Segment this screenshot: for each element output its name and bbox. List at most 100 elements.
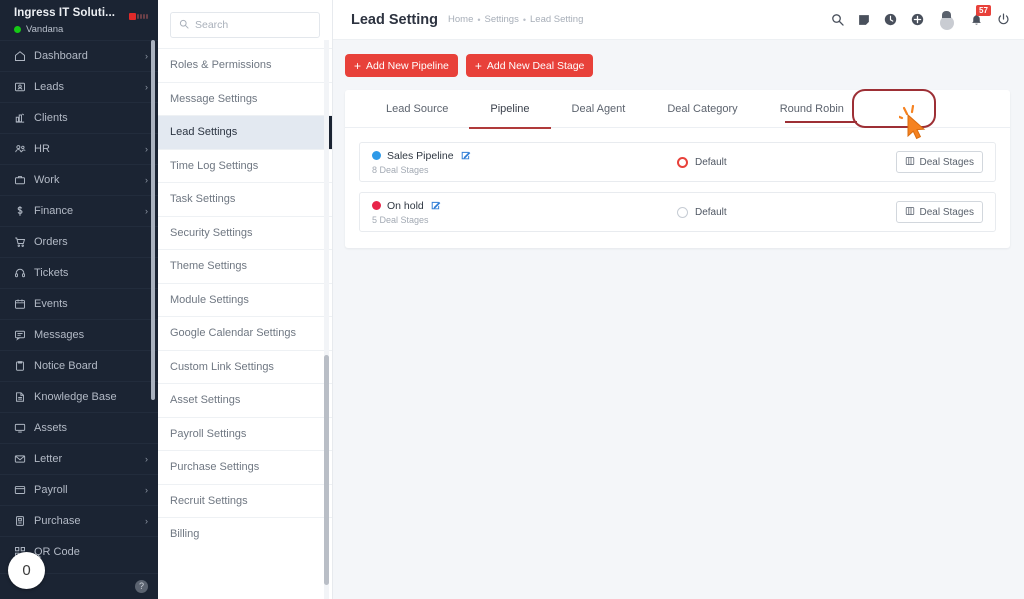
chevron-right-icon: › [145, 516, 148, 526]
subnav-item-google-calendar-settings[interactable]: Google Calendar Settings [158, 316, 332, 350]
notice-board-icon [14, 360, 34, 372]
add-new-deal-stage-button[interactable]: + Add New Deal Stage [465, 54, 594, 77]
sidebar-item-assets[interactable]: Assets [0, 412, 158, 443]
counter-bubble[interactable]: 0 [8, 552, 45, 589]
avatar[interactable] [938, 10, 956, 30]
sidebar-item-notice-board[interactable]: Notice Board [0, 350, 158, 381]
pipeline-name: Sales Pipeline [387, 149, 454, 162]
sidebar-item-letter[interactable]: Letter › [0, 443, 158, 474]
sidebar-item-label: Notice Board [34, 360, 98, 372]
subnav-item-label: Recruit Settings [170, 494, 248, 507]
tab-deal-category[interactable]: Deal Category [646, 90, 758, 128]
chevron-right-icon: › [145, 175, 148, 185]
finance-icon [14, 205, 34, 217]
current-user: Vandana [14, 24, 115, 35]
sidebar-brand-text: Ingress IT Soluti... Vandana [14, 5, 115, 35]
work-icon [14, 174, 34, 186]
home-icon [14, 50, 34, 62]
deal-stages-button[interactable]: Deal Stages [895, 201, 983, 223]
chevron-right-icon: › [145, 454, 148, 464]
default-radio[interactable] [677, 206, 688, 218]
sidebar-brand[interactable]: Ingress IT Soluti... Vandana [0, 0, 158, 40]
sidebar-item-work[interactable]: Work › [0, 164, 158, 195]
plus-circle-icon[interactable] [911, 13, 924, 26]
sidebar-item-tickets[interactable]: Tickets [0, 257, 158, 288]
tab-deal-agent[interactable]: Deal Agent [551, 90, 647, 128]
sidebar-item-hr[interactable]: HR › [0, 133, 158, 164]
subnav-item-message-settings[interactable]: Message Settings [158, 81, 332, 116]
sidebar-item-messages[interactable]: Messages [0, 319, 158, 350]
default-radio-group[interactable]: Default [677, 206, 727, 218]
sidebar-item-events[interactable]: Events [0, 288, 158, 319]
sidebar-item-leads[interactable]: Leads › [0, 71, 158, 102]
subnav-item-label: Theme Settings [170, 260, 248, 273]
sidebar-item-clients[interactable]: Clients [0, 102, 158, 133]
pipeline-color-dot [372, 151, 381, 160]
subnav-item-label: Time Log Settings [170, 159, 259, 172]
subnav-item-lead-settings[interactable]: Lead Settings [158, 115, 332, 149]
subnav-item-recruit-settings[interactable]: Recruit Settings [158, 483, 332, 518]
pipeline-title-row: On hold [372, 200, 672, 212]
subnav-item-billing[interactable]: Billing [158, 517, 332, 551]
subnav-item-label: Purchase Settings [170, 461, 260, 474]
sidebar-item-dashboard[interactable]: Dashboard › [0, 40, 158, 71]
tab-pipeline[interactable]: Pipeline [469, 90, 551, 129]
subnav-item-security-settings[interactable]: Security Settings [158, 215, 332, 250]
search-box[interactable] [170, 12, 320, 38]
sidebar-item-label: Dashboard [34, 50, 88, 62]
note-icon[interactable] [858, 14, 870, 26]
sidebar-item-orders[interactable]: Orders [0, 226, 158, 257]
brand-logo-icon [129, 13, 148, 20]
subnav-item-label: Payroll Settings [170, 427, 247, 440]
sidebar-item-knowledge-base[interactable]: Knowledge Base [0, 381, 158, 412]
breadcrumb-item-settings[interactable]: Settings [485, 14, 519, 25]
subnav-item-task-settings[interactable]: Task Settings [158, 182, 332, 216]
tab-round-robin[interactable]: Round Robin [759, 90, 865, 128]
plus-icon: + [474, 58, 482, 73]
main-content: Lead Setting Home • Settings • Lead Setting [333, 0, 1024, 599]
default-radio-group[interactable]: Default [677, 156, 727, 168]
power-icon[interactable] [997, 13, 1010, 26]
action-button-row: + Add New Pipeline + Add New Deal Stage [345, 54, 1010, 77]
notification-badge: 57 [976, 4, 991, 16]
edit-icon[interactable] [430, 200, 441, 211]
deal-stages-label: Deal Stages [919, 156, 974, 168]
subnav-item-payroll-settings[interactable]: Payroll Settings [158, 416, 332, 451]
subnav-item-time-log-settings[interactable]: Time Log Settings [158, 148, 332, 183]
subnav-scrollbar-thumb[interactable] [324, 355, 329, 585]
sidebar-item-finance[interactable]: Finance › [0, 195, 158, 226]
search-icon[interactable] [831, 13, 844, 26]
payroll-icon [14, 484, 34, 496]
subnav-item-theme-settings[interactable]: Theme Settings [158, 249, 332, 283]
subnav-item-module-settings[interactable]: Module Settings [158, 282, 332, 317]
deal-stages-button[interactable]: Deal Stages [895, 151, 983, 173]
breadcrumb-item-home[interactable]: Home [448, 14, 473, 25]
clock-icon[interactable] [884, 13, 897, 26]
avatar-head [942, 10, 951, 18]
clients-icon [14, 112, 34, 124]
pipeline-name: On hold [387, 199, 424, 212]
edit-icon[interactable] [460, 150, 471, 161]
knowledge-base-icon [14, 391, 34, 403]
breadcrumb-item-lead-setting[interactable]: Lead Setting [530, 14, 583, 25]
subnav-item-label: Task Settings [170, 193, 236, 206]
sidebar-item-purchase[interactable]: Purchase › [0, 505, 158, 536]
pipeline-default-cell: Default [672, 156, 896, 168]
sidebar-scrollbar[interactable] [151, 40, 155, 400]
pipeline-stage-count: 5 Deal Stages [372, 214, 429, 225]
subnav-item-custom-link-settings[interactable]: Custom Link Settings [158, 349, 332, 384]
company-name: Ingress IT Soluti... [14, 7, 116, 19]
sidebar-item-payroll[interactable]: Payroll › [0, 474, 158, 505]
subnav-item-roles-permissions[interactable]: Roles & Permissions [158, 48, 332, 82]
help-icon[interactable]: ? [135, 580, 148, 593]
sidebar-menu: Dashboard › Leads › Clients HR › Work › Finance › O… [0, 40, 158, 567]
add-new-pipeline-button[interactable]: + Add New Pipeline [345, 54, 458, 77]
default-radio[interactable] [677, 156, 688, 168]
search-input[interactable] [195, 19, 311, 31]
subnav-item-purchase-settings[interactable]: Purchase Settings [158, 450, 332, 484]
leads-icon [14, 81, 34, 93]
tab-lead-source[interactable]: Lead Source [365, 90, 469, 128]
sidebar-item-label: Letter [34, 453, 63, 465]
notifications-bell-icon[interactable]: 57 [970, 4, 991, 27]
subnav-item-asset-settings[interactable]: Asset Settings [158, 383, 332, 417]
